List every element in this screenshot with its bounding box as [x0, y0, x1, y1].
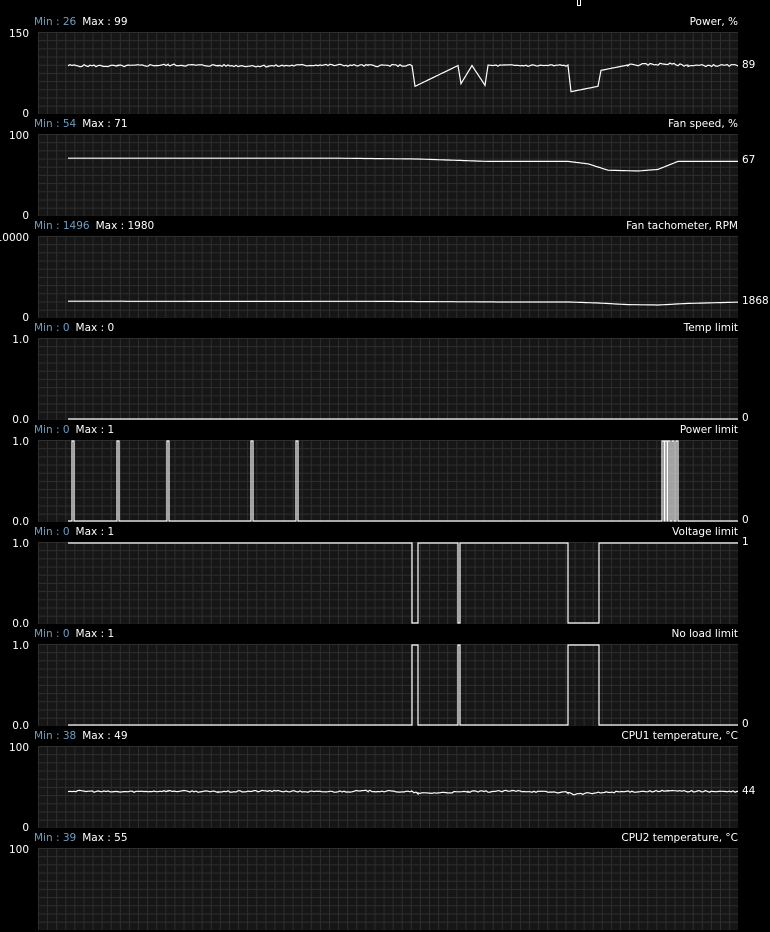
min-max-readout: Min : 38 Max : 49: [34, 730, 128, 742]
min-max-readout: Min : 1496 Max : 1980: [34, 220, 154, 232]
series-line: [67, 789, 738, 796]
graph-svg: [68, 300, 738, 306]
graph-panel-cpu1-temperature-c[interactable]: Min : 38 Max : 49 CPU1 temperature, °C 100 0…: [0, 728, 770, 834]
graph-svg: [68, 644, 738, 726]
min-value: Min : 1496: [34, 220, 90, 232]
graph-panel-fan-tachometer-rpm[interactable]: Min : 1496 Max : 1980 Fan tachometer, RPM 1…: [0, 218, 770, 324]
graph-svg: [38, 848, 738, 930]
current-value: 44: [742, 784, 756, 797]
graph-plot-area: [38, 440, 738, 522]
current-value: 1: [742, 536, 749, 548]
graph-plot-area: [38, 338, 738, 420]
graph-header: Min : 0 Max : 0 Temp limit: [0, 320, 770, 336]
graph-title: CPU2 temperature, °C: [621, 832, 738, 844]
scroll-marker[interactable]: [577, 0, 581, 6]
graph-svg: [67, 789, 738, 796]
graph-header: Min : 39 Max : 55 CPU2 temperature, °C: [0, 830, 770, 846]
min-value: Min : 26: [34, 16, 77, 28]
max-value: Max : 99: [82, 16, 128, 28]
max-value: Max : 0: [75, 322, 115, 334]
y-axis-max-label: 1.0: [12, 640, 29, 652]
graph-svg: [68, 418, 738, 420]
graph-svg: [68, 542, 738, 624]
graph-header: Min : 1496 Max : 1980 Fan tachometer, RPM: [0, 218, 770, 234]
graph-title: CPU1 temperature, °C: [621, 730, 738, 742]
min-value: Min : 0: [34, 628, 70, 640]
graph-title: Temp limit: [683, 322, 738, 334]
graph-title: Fan speed, %: [668, 118, 738, 130]
y-axis-max-label: 100: [8, 742, 29, 754]
series-line: [68, 542, 738, 624]
max-value: Max : 55: [82, 832, 128, 844]
graph-header: Min : 38 Max : 49 CPU1 temperature, °C: [0, 728, 770, 744]
min-max-readout: Min : 0 Max : 1: [34, 424, 114, 436]
graph-panel-cpu2-temperature-c[interactable]: Min : 39 Max : 55 CPU2 temperature, °C 100: [0, 830, 770, 932]
min-value: Min : 0: [34, 424, 70, 436]
graph-plot-area: [38, 236, 738, 318]
min-max-readout: Min : 26 Max : 99: [34, 16, 128, 28]
graph-header: Min : 0 Max : 1 Power limit: [0, 422, 770, 438]
min-max-readout: Min : 0 Max : 1: [34, 628, 114, 640]
y-axis-max-label: 1.0: [12, 538, 29, 550]
min-max-readout: Min : 0 Max : 1: [34, 526, 114, 538]
graph-title: No load limit: [671, 628, 739, 640]
y-axis-max-label: 100: [8, 130, 29, 142]
hardware-monitor-graphs: Min : 26 Max : 99 Power, % 150 0 89 Min : 54 Ma…: [0, 0, 770, 930]
graph-title: Power, %: [689, 16, 738, 28]
max-value: Max : 1: [75, 628, 115, 640]
graph-plot-area: [38, 644, 738, 726]
graph-header: Min : 54 Max : 71 Fan speed, %: [0, 116, 770, 132]
min-max-readout: Min : 54 Max : 71: [34, 118, 128, 130]
max-value: Max : 1980: [95, 220, 155, 232]
graph-plot-area: [38, 134, 738, 216]
y-axis-max-label: 10000: [0, 232, 29, 244]
current-value: 1868: [742, 295, 769, 308]
graph-header: Min : 26 Max : 99 Power, %: [0, 14, 770, 30]
min-value: Min : 0: [34, 526, 70, 538]
graph-svg: [67, 62, 738, 93]
y-axis-max-label: 100: [8, 844, 29, 856]
current-value: 67: [742, 154, 756, 167]
graph-svg: [68, 440, 738, 522]
y-axis-max-label: 1.0: [12, 436, 29, 448]
graph-header: Min : 0 Max : 1 Voltage limit: [0, 524, 770, 540]
graph-panel-fan-speed[interactable]: Min : 54 Max : 71 Fan speed, % 100 0 67: [0, 116, 770, 222]
graph-panel-temp-limit[interactable]: Min : 0 Max : 0 Temp limit 1.0 0.0 0: [0, 320, 770, 426]
min-value: Min : 39: [34, 832, 77, 844]
series-line: [68, 300, 738, 306]
series-line: [68, 157, 738, 172]
graph-header: Min : 0 Max : 1 No load limit: [0, 626, 770, 642]
max-value: Max : 49: [82, 730, 128, 742]
series-line: [68, 440, 738, 522]
max-value: Max : 1: [75, 526, 115, 538]
y-axis-max-label: 150: [8, 28, 29, 40]
max-value: Max : 1: [75, 424, 115, 436]
series-line: [68, 644, 738, 726]
graph-plot-area: [38, 542, 738, 624]
graph-svg: [68, 157, 738, 172]
min-max-readout: Min : 39 Max : 55: [34, 832, 128, 844]
graph-plot-area: [38, 848, 738, 930]
graph-panel-voltage-limit[interactable]: Min : 0 Max : 1 Voltage limit 1.0 0.0 1: [0, 524, 770, 630]
graph-title: Voltage limit: [672, 526, 738, 538]
graph-panel-power[interactable]: Min : 26 Max : 99 Power, % 150 0 89: [0, 14, 770, 120]
graph-panel-power-limit[interactable]: Min : 0 Max : 1 Power limit 1.0 0.0 0: [0, 422, 770, 528]
min-max-readout: Min : 0 Max : 0: [34, 322, 114, 334]
y-axis-max-label: 1.0: [12, 334, 29, 346]
graph-plot-area: [38, 746, 738, 828]
min-value: Min : 54: [34, 118, 77, 130]
max-value: Max : 71: [82, 118, 128, 130]
graph-title: Fan tachometer, RPM: [626, 220, 738, 232]
series-line: [67, 62, 738, 93]
min-value: Min : 0: [34, 322, 70, 334]
graph-panel-no-load-limit[interactable]: Min : 0 Max : 1 No load limit 1.0 0.0 0: [0, 626, 770, 732]
current-value: 89: [742, 58, 756, 71]
graph-title: Power limit: [679, 424, 738, 436]
min-value: Min : 38: [34, 730, 77, 742]
graph-plot-area: [38, 32, 738, 114]
